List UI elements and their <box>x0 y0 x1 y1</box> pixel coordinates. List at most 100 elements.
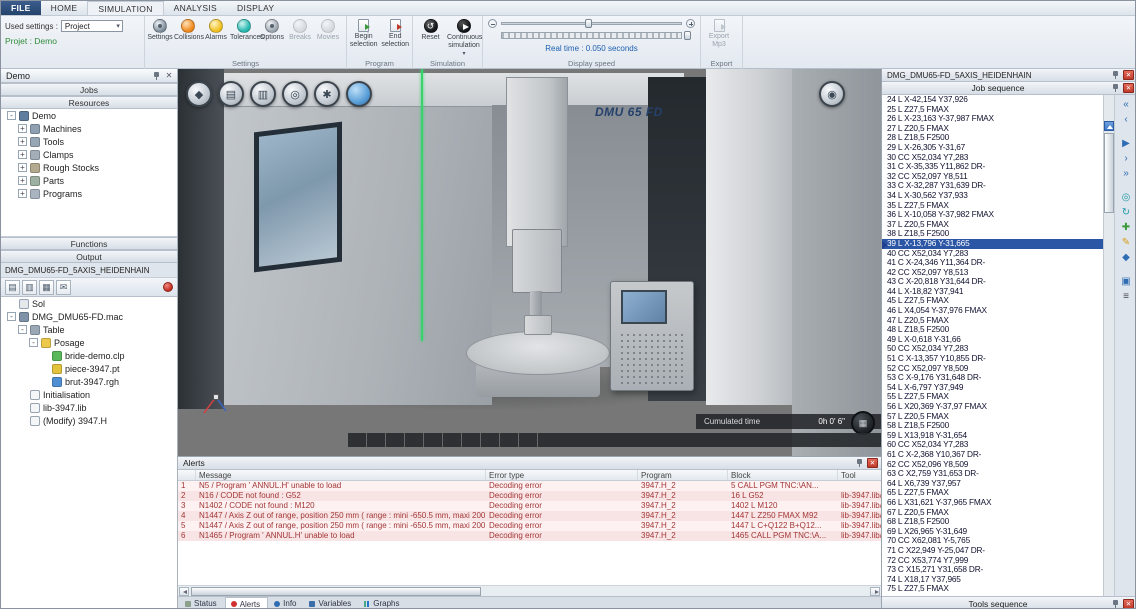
gcode-line[interactable]: 59 L X13,918 Y-31,654 <box>882 431 1103 441</box>
expander-icon[interactable]: + <box>18 137 27 146</box>
gcode-line[interactable]: 64 L X6,739 Y37,957 <box>882 479 1103 489</box>
alarms-button[interactable]: Alarms <box>202 18 230 42</box>
output-grid-button[interactable]: ▦ <box>39 280 54 295</box>
scroll-left-icon[interactable] <box>179 587 189 596</box>
jobs-section-header[interactable]: Jobs <box>1 83 177 96</box>
gcode-line[interactable]: 66 L X31,621 Y-37,965 FMAX <box>882 498 1103 508</box>
begin-selection-button[interactable]: Begin selection <box>348 18 380 48</box>
gcode-line[interactable]: 50 CC X52,034 Y7,283 <box>882 344 1103 354</box>
alert-row[interactable]: 3 N1402 / CODE not found : M120 Decoding… <box>178 501 881 511</box>
column-block[interactable]: Block <box>728 470 838 480</box>
movies-button[interactable]: Movies <box>314 18 342 42</box>
annotations-button[interactable]: ▤ <box>218 81 244 107</box>
gcode-line[interactable]: 61 C X-2,368 Y10,367 DR- <box>882 450 1103 460</box>
expander-icon[interactable]: - <box>7 111 16 120</box>
gcode-line[interactable]: 75 L Z27,5 FMAX <box>882 584 1103 594</box>
expander-icon[interactable]: - <box>18 325 27 334</box>
gcode-line[interactable]: 55 L Z27,5 FMAX <box>882 392 1103 402</box>
gcode-line[interactable]: 72 CC X53,774 Y7,999 <box>882 556 1103 566</box>
close-icon[interactable] <box>1123 70 1134 80</box>
gcode-line[interactable]: 46 L X4,054 Y-37,976 FMAX <box>882 306 1103 316</box>
output-item-bride[interactable]: bride-demo.clp <box>1 349 177 362</box>
tab-simulation[interactable]: SIMULATION <box>87 1 163 15</box>
gcode-line[interactable]: 65 L Z27,5 FMAX <box>882 488 1103 498</box>
precision-slider-track[interactable] <box>501 32 682 39</box>
output-comment-button[interactable]: ✉ <box>56 280 71 295</box>
machine-quick-view-button[interactable]: ▦ <box>851 411 875 435</box>
gcode-line[interactable]: 70 CC X62,081 Y-5,765 <box>882 536 1103 546</box>
gcode-scrollbar[interactable] <box>1104 95 1115 596</box>
scroll-right-icon[interactable] <box>870 587 880 596</box>
output-item-posage[interactable]: - Posage <box>1 336 177 349</box>
output-item-mac[interactable]: - DMG_DMU65-FD.mac <box>1 310 177 323</box>
display-list-button[interactable]: ▥ <box>250 81 276 107</box>
search-icon[interactable]: ◎ <box>1117 191 1135 204</box>
gcode-line[interactable]: 30 CC X52,034 Y7,283 <box>882 153 1103 163</box>
gcode-line[interactable]: 71 C X22,949 Y-25,047 DR- <box>882 546 1103 556</box>
output-copy-button[interactable]: ▥ <box>22 280 37 295</box>
scroll-up-icon[interactable] <box>1104 121 1114 131</box>
output-item-table[interactable]: - Table <box>1 323 177 336</box>
tree-item-parts[interactable]: + Parts <box>1 174 177 187</box>
expander-icon[interactable]: + <box>18 176 27 185</box>
gcode-line[interactable]: 25 L Z27,5 FMAX <box>882 105 1103 115</box>
refresh-icon[interactable]: ↻ <box>1117 206 1135 219</box>
speed-increase-button[interactable] <box>686 19 695 28</box>
tree-item-demo[interactable]: - Demo <box>1 109 177 122</box>
gcode-line[interactable]: 37 L Z20,5 FMAX <box>882 220 1103 230</box>
column-error-type[interactable]: Error type <box>486 470 638 480</box>
close-icon[interactable] <box>867 458 878 468</box>
gcode-line[interactable]: 58 L Z18,5 F2500 <box>882 421 1103 431</box>
gcode-line[interactable]: 33 C X-32,287 Y31,639 DR- <box>882 181 1103 191</box>
tree-item-tools[interactable]: + Tools <box>1 135 177 148</box>
export-mp3-button[interactable]: Export Mp3 <box>702 18 736 48</box>
end-selection-button[interactable]: End selection <box>380 18 412 48</box>
output-section-header[interactable]: Output <box>1 250 177 263</box>
gcode-line[interactable]: 53 C X-9,176 Y31,648 DR- <box>882 373 1103 383</box>
tree-item-clamps[interactable]: + Clamps <box>1 148 177 161</box>
3d-viewport[interactable]: DMU 65 FD ◆▤▥◎✱ ◉ Cumulated time 0h 0' 6… <box>178 69 881 456</box>
expander-icon[interactable]: + <box>18 163 27 172</box>
gcode-line[interactable]: 68 L Z18,5 F2500 <box>882 517 1103 527</box>
tab-variables[interactable]: Variables <box>304 597 358 609</box>
output-item-modify[interactable]: (Modify) 3947.H <box>1 414 177 427</box>
gcode-line[interactable]: 29 L X-26,305 Y-31,67 <box>882 143 1103 153</box>
gcode-line[interactable]: 47 L Z20,5 FMAX <box>882 316 1103 326</box>
measure-icon[interactable]: ◆ <box>1117 251 1135 264</box>
functions-section-header[interactable]: Functions <box>1 237 177 250</box>
gcode-line[interactable]: 34 L X-30,562 Y37,933 <box>882 191 1103 201</box>
gcode-line[interactable]: 40 CC X52,034 Y7,283 <box>882 249 1103 259</box>
gcode-line[interactable]: 62 CC X52,096 Y8,509 <box>882 460 1103 470</box>
tools-sequence-header[interactable]: Tools sequence <box>882 596 1136 609</box>
monitor-icon[interactable]: ▣ <box>1117 275 1135 288</box>
gcode-list[interactable]: 24 L X-42,154 Y37,92625 L Z27,5 FMAX26 L… <box>882 95 1104 596</box>
alert-row[interactable]: 2 N16 / CODE not found : G52 Decoding er… <box>178 491 881 501</box>
precision-slider-handle[interactable] <box>684 31 691 40</box>
speed-decrease-button[interactable] <box>488 19 497 28</box>
gcode-line[interactable]: 36 L X-10,058 Y-37,982 FMAX <box>882 210 1103 220</box>
gcode-line[interactable]: 42 CC X52,097 Y8,513 <box>882 268 1103 278</box>
gcode-line[interactable]: 51 C X-13,357 Y10,855 DR- <box>882 354 1103 364</box>
pin-icon[interactable] <box>1111 70 1120 80</box>
step-back-icon[interactable]: ‹ <box>1117 113 1135 126</box>
tolerances-button[interactable]: Tolerances <box>230 18 258 42</box>
reset-button[interactable]: Reset <box>414 18 447 59</box>
tab-display[interactable]: DISPLAY <box>227 1 284 15</box>
output-doc-button[interactable]: ▤ <box>5 280 20 295</box>
expander-icon[interactable]: - <box>7 312 16 321</box>
gcode-line[interactable]: 57 L Z20,5 FMAX <box>882 412 1103 422</box>
tab-alerts[interactable]: Alerts <box>225 597 268 609</box>
pin-icon[interactable] <box>855 458 864 468</box>
add-icon[interactable]: ✚ <box>1117 221 1135 234</box>
expander-icon[interactable]: + <box>18 189 27 198</box>
breaks-button[interactable]: Breaks <box>286 18 314 42</box>
close-icon[interactable] <box>164 71 174 81</box>
output-item-piece[interactable]: piece-3947.pt <box>1 362 177 375</box>
view-cube-button[interactable]: ◆ <box>186 81 212 107</box>
gcode-line[interactable]: 35 L Z27,5 FMAX <box>882 201 1103 211</box>
used-settings-dropdown[interactable]: Project <box>61 20 123 32</box>
collisions-button[interactable]: Collisions <box>174 18 202 42</box>
tab-home[interactable]: HOME <box>41 1 88 15</box>
gcode-line[interactable]: 41 C X-24,346 Y11,364 DR- <box>882 258 1103 268</box>
gcode-line[interactable]: 67 L Z20,5 FMAX <box>882 508 1103 518</box>
